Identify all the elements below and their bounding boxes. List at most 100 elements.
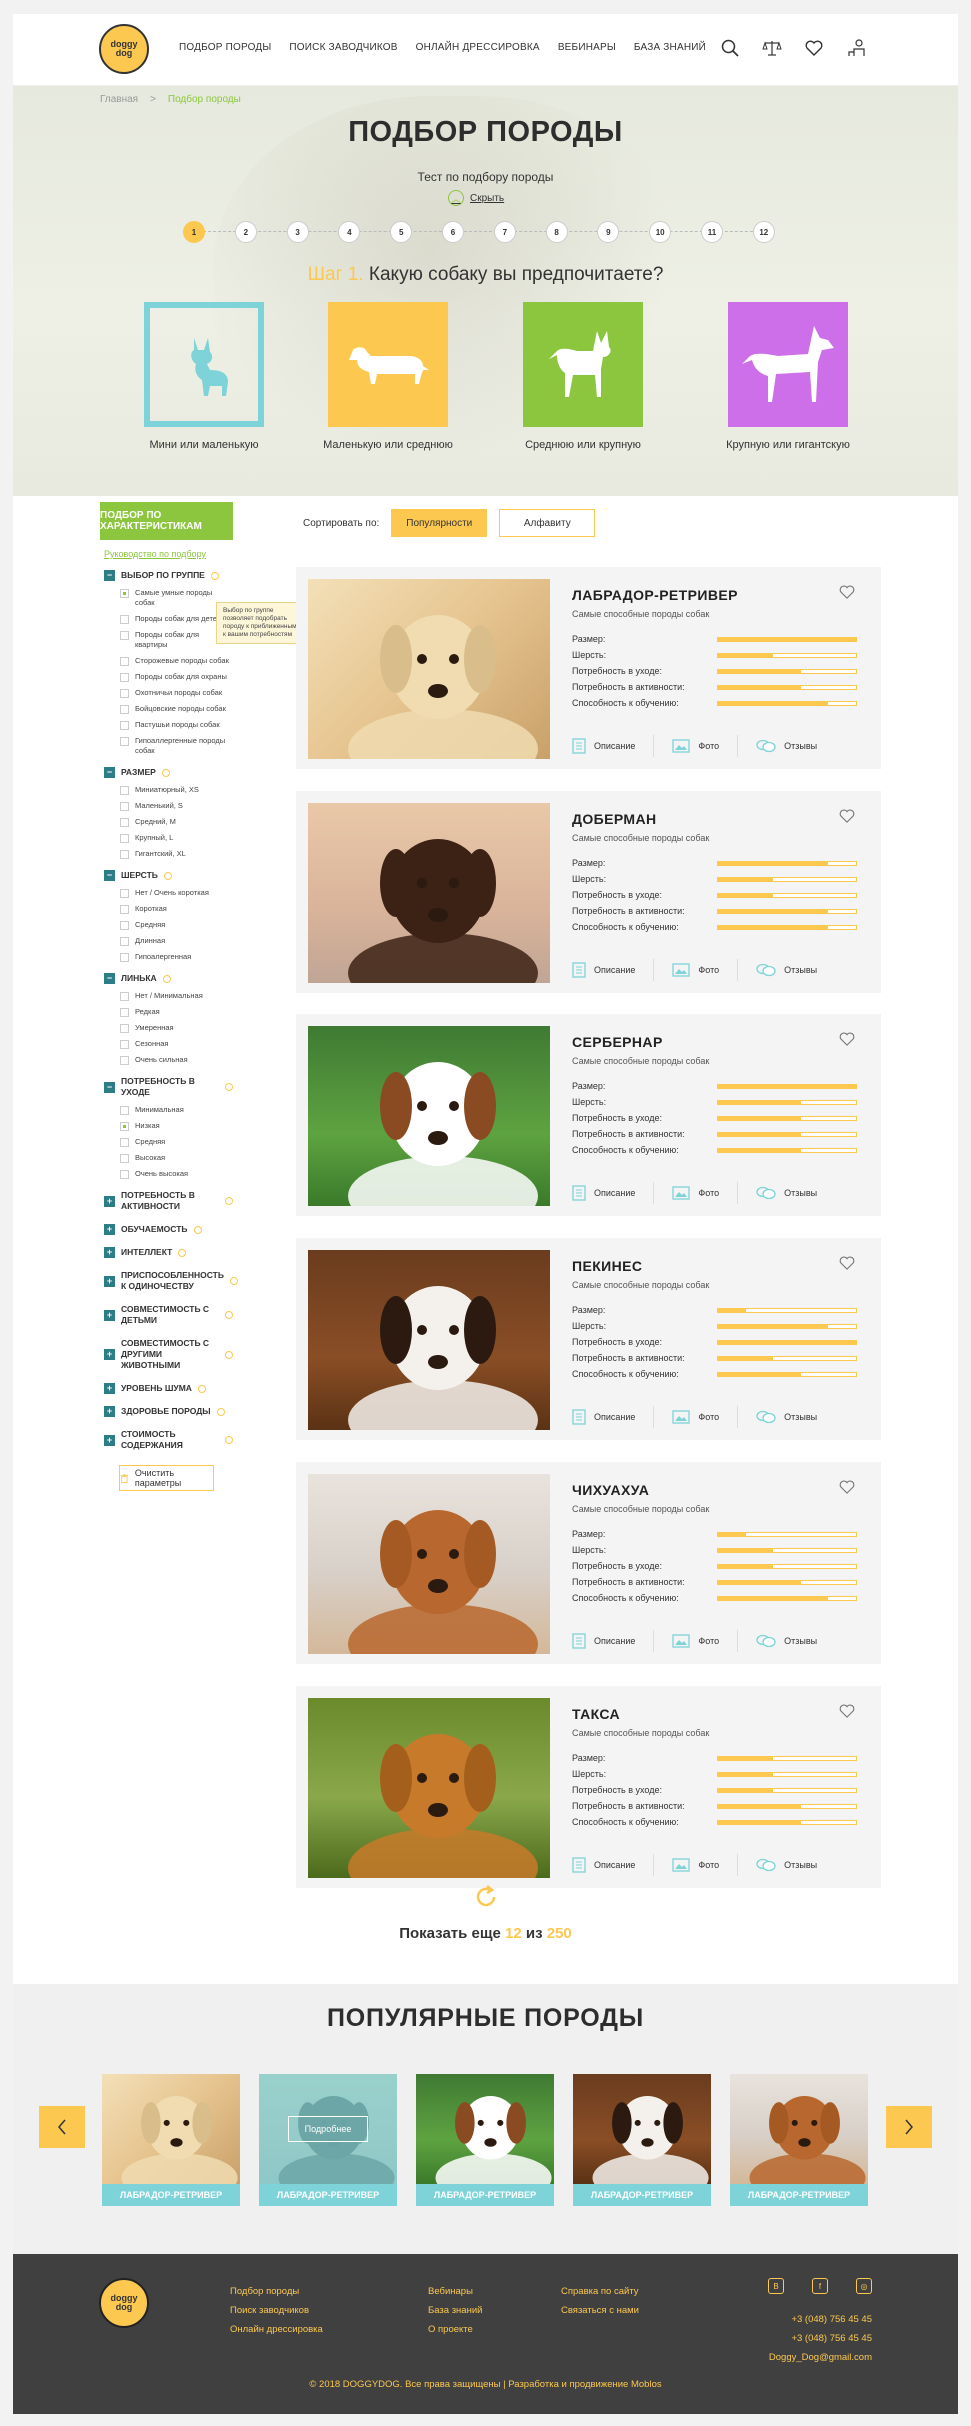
- quiz-step[interactable]: 11: [701, 221, 723, 243]
- quiz-step[interactable]: 1: [183, 221, 205, 243]
- checkbox[interactable]: [120, 802, 129, 811]
- filter-group-toggle[interactable]: + ПОТРЕБНОСТЬ В АКТИВНОСТИ: [100, 1186, 233, 1216]
- info-icon[interactable]: [162, 974, 171, 983]
- user-dog-icon[interactable]: [844, 36, 868, 60]
- breed-name[interactable]: ТАКСА: [572, 1706, 620, 1722]
- checkbox[interactable]: [120, 905, 129, 914]
- checkbox[interactable]: [120, 889, 129, 898]
- popular-breed-card[interactable]: ЛАБРАДОР-РЕТРИВЕР: [573, 2074, 711, 2206]
- favorite-heart-icon[interactable]: [839, 1480, 855, 1499]
- filter-option[interactable]: Охотничьи породы собак: [100, 685, 233, 701]
- photo-button[interactable]: Фото: [672, 1406, 739, 1428]
- info-icon[interactable]: [229, 1277, 238, 1285]
- checkbox[interactable]: [120, 992, 129, 1001]
- filter-group-toggle[interactable]: + СОВМЕСТИМОСТЬ С ДЕТЬМИ: [100, 1300, 233, 1330]
- photo-button[interactable]: Фото: [672, 735, 739, 757]
- hide-toggle[interactable]: ︿ Скрыть: [448, 190, 504, 206]
- checkbox[interactable]: [120, 689, 129, 698]
- filter-option[interactable]: Очень сильная: [100, 1052, 233, 1068]
- checkbox[interactable]: [120, 615, 129, 624]
- favorite-heart-icon[interactable]: [839, 809, 855, 828]
- favorite-heart-icon[interactable]: [839, 1032, 855, 1051]
- filter-option[interactable]: Очень высокая: [100, 1166, 233, 1182]
- reviews-button[interactable]: Отзывы: [756, 1630, 835, 1652]
- filter-option[interactable]: Минимальная: [100, 1102, 233, 1118]
- quiz-step[interactable]: 6: [442, 221, 464, 243]
- footer-link[interactable]: Вебинары: [428, 2282, 482, 2301]
- carousel-next-button[interactable]: [886, 2106, 932, 2148]
- clear-filters-button[interactable]: Очистить параметры: [119, 1465, 214, 1491]
- info-icon[interactable]: [193, 1225, 202, 1234]
- photo-button[interactable]: Фото: [672, 1854, 739, 1876]
- footer-link[interactable]: Онлайн дрессировка: [230, 2320, 323, 2339]
- popular-breed-card[interactable]: Подробнее ЛАБРАДОР-РЕТРИВЕР: [259, 2074, 397, 2206]
- checkbox[interactable]: [120, 850, 129, 859]
- breed-name[interactable]: ЛАБРАДОР-РЕТРИВЕР: [572, 587, 738, 603]
- filter-group-toggle[interactable]: − ВЫБОР ПО ГРУППЕ: [100, 566, 233, 585]
- filter-option[interactable]: Короткая: [100, 901, 233, 917]
- description-button[interactable]: Описание: [572, 1630, 655, 1652]
- checkbox[interactable]: [120, 1008, 129, 1017]
- checkbox[interactable]: [120, 834, 129, 843]
- filter-option[interactable]: Умеренная: [100, 1020, 233, 1036]
- quiz-step[interactable]: 3: [286, 221, 309, 243]
- description-button[interactable]: Описание: [572, 1406, 655, 1428]
- reviews-button[interactable]: Отзывы: [756, 1406, 835, 1428]
- filter-option[interactable]: Бойцовские породы собак: [100, 701, 233, 717]
- filter-option[interactable]: Породы собак для охраны: [100, 669, 233, 685]
- checkbox[interactable]: [120, 1056, 129, 1065]
- checkbox[interactable]: [120, 721, 129, 730]
- filter-option[interactable]: Редкая: [100, 1004, 233, 1020]
- breed-photo[interactable]: [308, 803, 550, 983]
- checkbox[interactable]: [120, 1170, 129, 1179]
- checkbox[interactable]: [120, 631, 129, 640]
- nav-breeder-search[interactable]: ПОИСК ЗАВОДЧИКОВ: [289, 42, 397, 53]
- checkbox[interactable]: [120, 1154, 129, 1163]
- quiz-step[interactable]: 4: [338, 221, 361, 243]
- checkbox[interactable]: [120, 589, 129, 598]
- breed-name[interactable]: СЕРБЕРНАР: [572, 1034, 663, 1050]
- checkbox[interactable]: [120, 705, 129, 714]
- nav-online-training[interactable]: ОНЛАЙН ДРЕССИРОВКА: [416, 42, 540, 53]
- footer-link[interactable]: Связаться с нами: [561, 2301, 639, 2320]
- size-option-large[interactable]: Крупную или гигантскую: [703, 302, 873, 451]
- size-option-medium[interactable]: Среднюю или крупную: [508, 302, 658, 451]
- checkbox[interactable]: [120, 818, 129, 827]
- filter-group-toggle[interactable]: + ПРИСПОСОБЛЕННОСТЬ К ОДИНОЧЕСТВУ: [100, 1266, 238, 1296]
- filter-option[interactable]: Породы собак для квартиры: [100, 627, 233, 653]
- info-icon[interactable]: [163, 871, 172, 880]
- filter-option[interactable]: Высокая: [100, 1150, 233, 1166]
- info-icon[interactable]: [178, 1248, 187, 1257]
- filter-option[interactable]: Сезонная: [100, 1036, 233, 1052]
- filter-group-toggle[interactable]: + УРОВЕНЬ ШУМА: [100, 1379, 233, 1398]
- info-icon[interactable]: [210, 571, 219, 580]
- filter-option[interactable]: Низкая: [100, 1118, 233, 1134]
- filter-option[interactable]: Гипоалергенная: [100, 949, 233, 965]
- reviews-button[interactable]: Отзывы: [756, 1854, 835, 1876]
- breed-name[interactable]: ЧИХУАХУА: [572, 1482, 649, 1498]
- filter-option[interactable]: Маленький, S: [100, 798, 233, 814]
- info-icon[interactable]: [161, 768, 170, 777]
- checkbox[interactable]: [120, 921, 129, 930]
- popular-breed-card[interactable]: ЛАБРАДОР-РЕТРИВЕР: [730, 2074, 868, 2206]
- filter-group-toggle[interactable]: + ОБУЧАЕМОСТЬ: [100, 1220, 233, 1239]
- breed-name[interactable]: ПЕКИНЕС: [572, 1258, 642, 1274]
- phone-1[interactable]: +3 (048) 756 45 45: [769, 2310, 872, 2329]
- filter-option[interactable]: Гипоаллергенные породы собак: [100, 733, 233, 759]
- favorite-heart-icon[interactable]: [839, 1704, 855, 1723]
- reviews-button[interactable]: Отзывы: [756, 735, 835, 757]
- reviews-button[interactable]: Отзывы: [756, 1182, 835, 1204]
- show-more[interactable]: Показать еще 12 из 250: [13, 1884, 958, 1942]
- footer-link[interactable]: Поиск заводчиков: [230, 2301, 323, 2320]
- footer-link[interactable]: Подбор породы: [230, 2282, 323, 2301]
- filter-option[interactable]: Нет / Минимальная: [100, 988, 233, 1004]
- nav-webinars[interactable]: ВЕБИНАРЫ: [558, 42, 616, 53]
- checkbox[interactable]: [120, 1138, 129, 1147]
- photo-button[interactable]: Фото: [672, 1630, 739, 1652]
- favorite-heart-icon[interactable]: [839, 585, 855, 604]
- checkbox[interactable]: [120, 1106, 129, 1115]
- filter-option[interactable]: Средняя: [100, 917, 233, 933]
- filter-option[interactable]: Сторожевые породы собак: [100, 653, 233, 669]
- quiz-step[interactable]: 2: [234, 221, 257, 243]
- filter-group-toggle[interactable]: − ПОТРЕБНОСТЬ В УХОДЕ: [100, 1072, 233, 1102]
